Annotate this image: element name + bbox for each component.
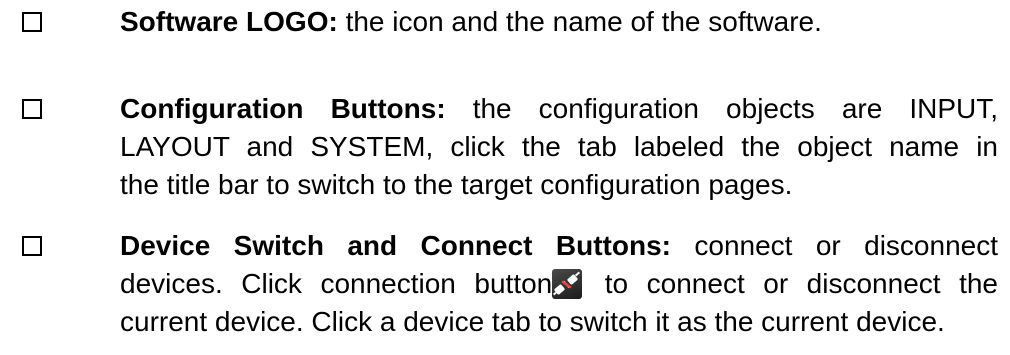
- line-1: Device Switch and Connect Buttons: conne…: [120, 227, 998, 265]
- bullet-checkbox-3: [22, 236, 42, 256]
- term-device-switch: Device Switch and Connect Buttons:: [120, 230, 671, 261]
- bullet-checkbox-1: [22, 12, 42, 32]
- bullet-checkbox-2: [22, 99, 42, 119]
- desc-line-1: the configuration objects are INPUT,: [445, 93, 999, 124]
- term-software-logo: Software LOGO:: [120, 6, 338, 37]
- list-item-configuration-buttons: Configuration Buttons: the configuration…: [120, 90, 998, 204]
- line-1: Configuration Buttons: the configuration…: [120, 90, 998, 128]
- desc-line-2-after-icon: to connect or disconnect the: [586, 268, 998, 299]
- line-2: devices. Click connection button to conn…: [120, 265, 998, 303]
- desc-line-1: connect or disconnect: [670, 230, 999, 261]
- connect-plug-icon: [552, 269, 583, 299]
- term-configuration-buttons: Configuration Buttons:: [120, 93, 446, 124]
- list-item-software-logo: Software LOGO: the icon and the name of …: [120, 3, 998, 41]
- list-item-device-switch: Device Switch and Connect Buttons: conne…: [120, 227, 998, 341]
- line-3: current device. Click a device tab to sw…: [120, 306, 945, 337]
- line-3: the title bar to switch to the target co…: [120, 169, 793, 200]
- desc-line-2-before-icon: devices. Click connection button: [120, 268, 553, 299]
- desc-software-logo: the icon and the name of the software.: [337, 6, 822, 37]
- line-2: LAYOUT and SYSTEM, click the tab labeled…: [120, 131, 998, 162]
